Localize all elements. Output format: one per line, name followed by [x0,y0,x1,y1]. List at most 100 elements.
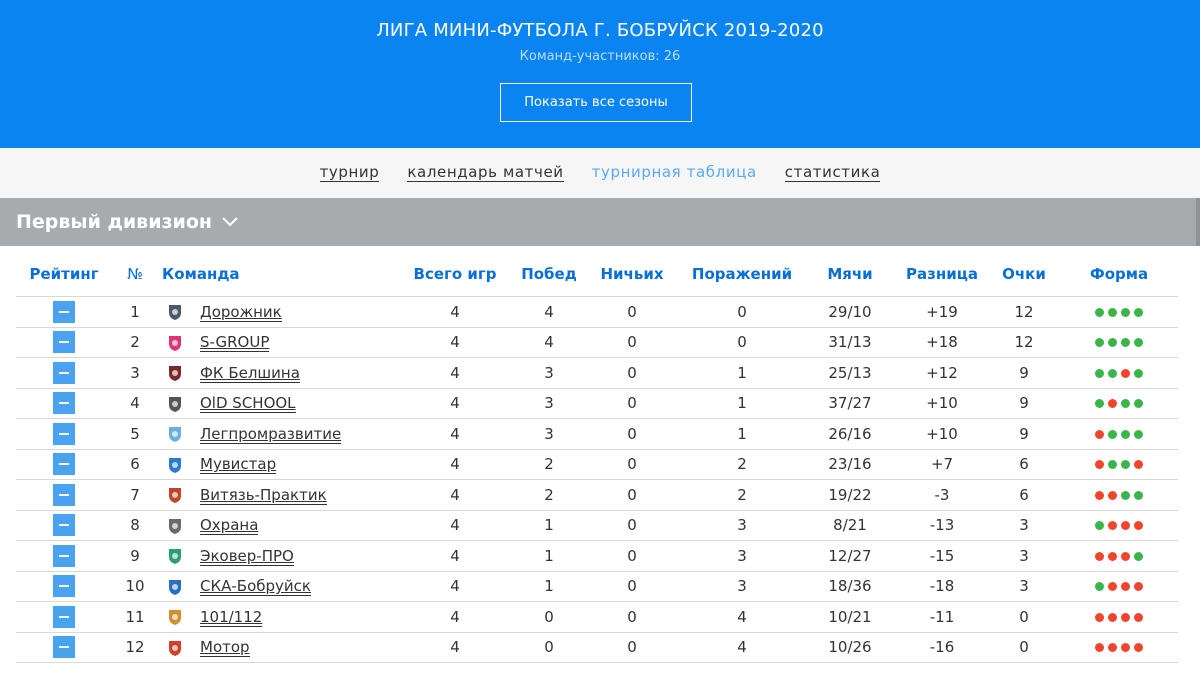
table-row: 12 Мотор 4 0 0 4 10/26 -16 0 [16,632,1178,663]
rating-minus-button[interactable] [53,392,75,415]
wins-cell: 3 [514,357,584,389]
rating-minus-button[interactable] [53,575,75,598]
games-cell: 4 [396,479,514,511]
rating-minus-button[interactable] [53,453,75,476]
team-cell: СКА-Бобруйск [158,571,396,602]
goals-cell: 12/27 [804,540,896,572]
rating-minus-button[interactable] [53,544,75,567]
rating-cell [16,357,112,389]
minus-icon [59,432,69,435]
team-name-link[interactable]: S-GROUP [200,333,270,352]
team-name-link[interactable]: ФК Белшина [200,363,300,383]
position-cell: 4 [112,388,158,419]
rating-minus-button[interactable] [53,605,75,628]
table-row: 10 СКА-Бобруйск 4 1 0 3 18/36 -18 3 [16,571,1178,602]
league-title: ЛИГА МИНИ-ФУТБОЛА Г. БОБРУЙСК 2019-2020 [376,20,824,41]
form-indicator [1095,582,1143,592]
rating-minus-button[interactable] [53,331,75,354]
position-cell: 8 [112,510,158,541]
team-name-link[interactable]: Охрана [200,516,259,535]
rating-cell [16,296,112,328]
team-name-link[interactable]: Дорожник [200,302,282,322]
goals-cell: 8/21 [804,510,896,541]
form-cell [1060,632,1178,663]
form-win-dot [1108,368,1117,378]
goals-cell: 10/26 [804,632,896,663]
form-win-dot [1095,582,1104,592]
minus-icon [59,554,69,557]
rating-cell [16,540,112,572]
form-loss-dot [1134,521,1143,531]
rating-minus-button[interactable] [53,361,75,384]
position-cell: 7 [112,479,158,511]
league-header: ЛИГА МИНИ-ФУТБОЛА Г. БОБРУЙСК 2019-2020 … [0,0,1200,148]
show-all-seasons-button[interactable]: Показать все сезоны [500,83,692,122]
team-name-link[interactable]: Мотор [200,638,250,657]
rating-minus-button[interactable] [53,483,75,506]
games-cell: 4 [396,632,514,663]
team-name-link[interactable]: Мувистар [200,455,277,474]
form-loss-dot [1095,490,1104,500]
col-points: Очки [988,252,1060,297]
goals-cell: 10/21 [804,601,896,633]
team-cell: 101/112 [158,601,396,633]
goals-cell: 19/22 [804,479,896,511]
team-name-link[interactable]: Легпромразвитие [200,424,342,444]
team-logo-icon [169,366,181,381]
col-team: Команда [158,252,396,297]
diff-cell: +18 [896,327,988,358]
tab-tournament[interactable]: турнир [319,164,380,182]
wins-cell: 2 [514,479,584,511]
rating-cell [16,510,112,541]
goals-cell: 18/36 [804,571,896,602]
team-name-link[interactable]: СКА-Бобруйск [200,577,311,596]
points-cell: 12 [988,296,1060,328]
col-draws: Ничьих [584,252,680,297]
minus-icon [59,646,69,649]
team-logo-icon [169,610,181,625]
standings-table: Рейтинг № Команда Всего игр Побед Ничьих… [16,252,1178,663]
form-cell [1060,357,1178,389]
team-name-link[interactable]: Витязь-Практик [200,485,327,505]
rating-minus-button[interactable] [53,636,75,659]
division-selector[interactable]: Первый дивизион [0,198,1200,246]
team-logo-icon [169,335,181,351]
draws-cell: 0 [584,357,680,389]
form-loss-dot [1108,521,1117,531]
position-cell: 6 [112,449,158,480]
form-indicator [1095,643,1143,653]
games-cell: 4 [396,601,514,633]
form-loss-dot [1108,612,1117,622]
games-cell: 4 [396,449,514,480]
team-name-link[interactable]: OlD SCHOOL [200,394,296,413]
points-cell: 9 [988,357,1060,389]
tab-match-calendar[interactable]: календарь матчей [407,164,564,182]
wins-cell: 1 [514,510,584,541]
team-name-link[interactable]: 101/112 [200,607,263,627]
form-cell [1060,510,1178,541]
rating-minus-button[interactable] [53,300,75,323]
tab-statistics[interactable]: статистика [784,164,881,182]
team-logo-icon [169,396,181,412]
draws-cell: 0 [584,540,680,572]
games-cell: 4 [396,388,514,419]
table-row: 4 OlD SCHOOL 4 3 0 1 37/27 +10 9 [16,388,1178,419]
col-losses: Поражений [680,252,804,297]
rating-minus-button[interactable] [53,422,75,445]
team-logo-icon [169,549,181,564]
team-cell: Эковер-ПРО [158,540,396,572]
games-cell: 4 [396,327,514,358]
position-cell: 10 [112,571,158,602]
team-cell: Витязь-Практик [158,479,396,511]
form-cell [1060,418,1178,450]
team-name-link[interactable]: Эковер-ПРО [200,546,294,566]
rating-cell [16,418,112,450]
tab-standings[interactable]: турнирная таблица [592,164,757,182]
games-cell: 4 [396,296,514,328]
diff-cell: +7 [896,449,988,480]
standings-body: 1 Дорожник 4 4 0 0 29/10 +19 12 2 S-GROUP 4 4 0 0 31/13… [16,296,1178,663]
chevron-down-icon[interactable] [222,217,238,227]
table-row: 1 Дорожник 4 4 0 0 29/10 +19 12 [16,296,1178,328]
team-cell: S-GROUP [158,327,396,358]
rating-minus-button[interactable] [53,514,75,537]
